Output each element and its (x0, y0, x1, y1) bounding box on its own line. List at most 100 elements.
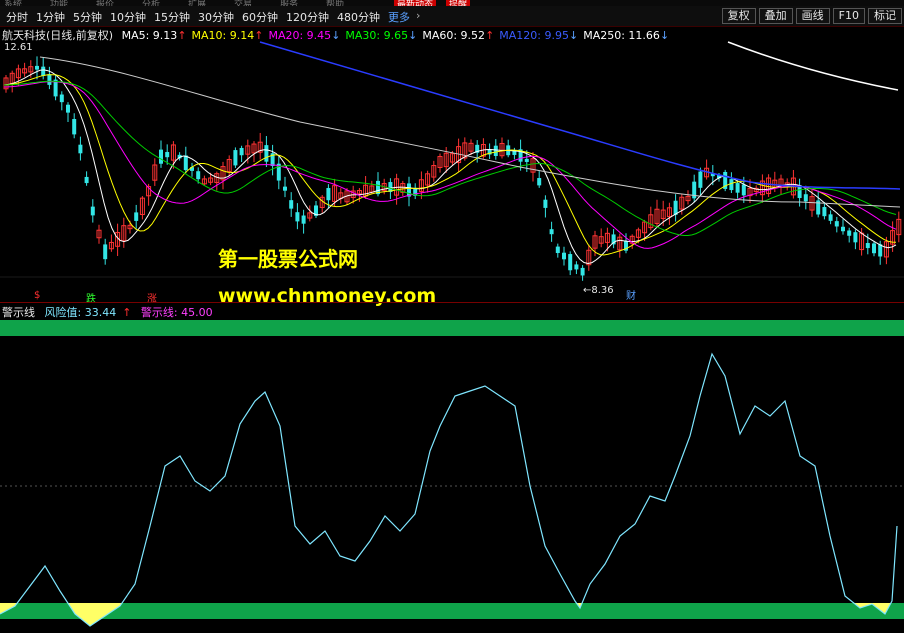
candle (685, 190, 691, 205)
candle (78, 136, 83, 161)
candle (468, 139, 474, 156)
watermark-url: www.chnmoney.com (218, 285, 437, 307)
candle (666, 202, 672, 225)
ma120-line (259, 41, 901, 190)
candle (314, 200, 318, 219)
period-tab[interactable]: 30分钟 (194, 9, 238, 25)
kline-chart[interactable]: 12.61 ←8.36 财 (0, 27, 904, 303)
candle (753, 185, 759, 197)
candle (617, 233, 623, 258)
candle (183, 146, 188, 174)
candle (692, 174, 697, 203)
arrow-up-icon: ↑ (485, 29, 495, 42)
candle (264, 136, 269, 167)
toolbar-button[interactable]: 标记 (868, 8, 902, 24)
candle (487, 143, 492, 159)
candle (22, 62, 28, 77)
candle (723, 169, 728, 192)
signal-marker: $ (34, 290, 41, 301)
ma-value: MA10: 9.14↑ (191, 29, 264, 42)
toolbar-button[interactable]: F10 (832, 8, 865, 24)
toolbar-button[interactable]: 画线 (795, 8, 830, 24)
candle (301, 209, 306, 234)
ma-line (3, 69, 897, 265)
candle (456, 138, 462, 172)
candle (139, 196, 145, 220)
toolbar-right-buttons: 复权 叠加 画线 F10 标记 (721, 8, 902, 24)
risk-line (0, 352, 898, 627)
candle (555, 243, 560, 258)
candle (437, 153, 443, 173)
candle (3, 75, 9, 93)
candle (319, 195, 325, 213)
period-tab[interactable]: 5分钟 (69, 9, 106, 25)
candle (152, 158, 158, 186)
candle (586, 244, 592, 271)
candle (834, 216, 839, 233)
candle (108, 234, 114, 252)
candle (407, 176, 411, 207)
candle (611, 229, 616, 249)
candle (47, 66, 52, 90)
ma-line (3, 81, 897, 249)
candle (537, 171, 542, 188)
candle (598, 228, 604, 248)
arrow-down-icon: ↓ (659, 29, 670, 42)
candle (499, 137, 505, 159)
candle (226, 155, 232, 177)
candle (59, 91, 64, 111)
period-tab[interactable]: 1分钟 (32, 9, 69, 25)
candle (698, 167, 703, 196)
candle (841, 219, 845, 235)
chevron-right-icon[interactable]: › (414, 9, 420, 25)
candle (190, 162, 194, 177)
arrow-down-icon: ↓ (408, 29, 418, 42)
candle (270, 144, 275, 176)
candle (35, 56, 39, 80)
finance-marker: 财 (626, 289, 636, 302)
toolbar-button[interactable]: 复权 (721, 8, 756, 24)
candle (103, 238, 108, 265)
more-periods-button[interactable]: 更多 (384, 9, 414, 25)
candle (704, 159, 710, 180)
arrow-down-icon: ↓ (569, 29, 579, 42)
candle (506, 139, 511, 158)
candle (53, 74, 58, 101)
period-tab[interactable]: 10分钟 (106, 9, 150, 25)
arrow-up-icon: ↑ (254, 29, 264, 42)
period-tab[interactable]: 分时 (2, 9, 32, 25)
candle (759, 174, 765, 203)
candle (580, 265, 585, 281)
candle (425, 170, 431, 193)
period-tab[interactable]: 60分钟 (238, 9, 282, 25)
pane-divider[interactable] (0, 302, 904, 303)
candle (338, 188, 344, 204)
candle (896, 211, 902, 243)
arrow-up-icon: ↑ (177, 29, 187, 42)
period-tab[interactable]: 15分钟 (150, 9, 194, 25)
candle (431, 160, 437, 182)
candle (121, 217, 127, 248)
candle (239, 145, 244, 163)
candle (159, 140, 163, 168)
candle (134, 204, 139, 229)
ma-value: MA30: 9.65↓ (345, 29, 418, 42)
candle (251, 141, 257, 163)
indicator-chart[interactable] (0, 316, 904, 633)
candle (816, 190, 821, 218)
candle (233, 147, 238, 168)
candle (735, 180, 740, 199)
candle (847, 227, 852, 243)
candle (853, 229, 858, 250)
toolbar-button[interactable]: 叠加 (758, 8, 793, 24)
candle (568, 251, 573, 276)
candle (562, 246, 566, 266)
ma-value: MA250: 11.66↓ (583, 29, 670, 42)
ma-legend: 航天科技(日线,前复权) MA5: 9.13↑ MA10: 9.14↑ MA20: … (2, 27, 674, 43)
ma-value: MA5: 9.13↑ (121, 29, 187, 42)
period-tab[interactable]: 480分钟 (333, 9, 384, 25)
period-tab[interactable]: 120分钟 (282, 9, 333, 25)
candle (418, 171, 424, 200)
period-toolbar: 分时 1分钟 5分钟 10分钟 15分钟 30分钟 60分钟 120分钟 480分钟 更多 › 复权… (0, 6, 904, 27)
period-tabs: 分时 1分钟 5分钟 10分钟 15分钟 30分钟 60分钟 120分钟 480分钟 更多 › (2, 9, 420, 25)
